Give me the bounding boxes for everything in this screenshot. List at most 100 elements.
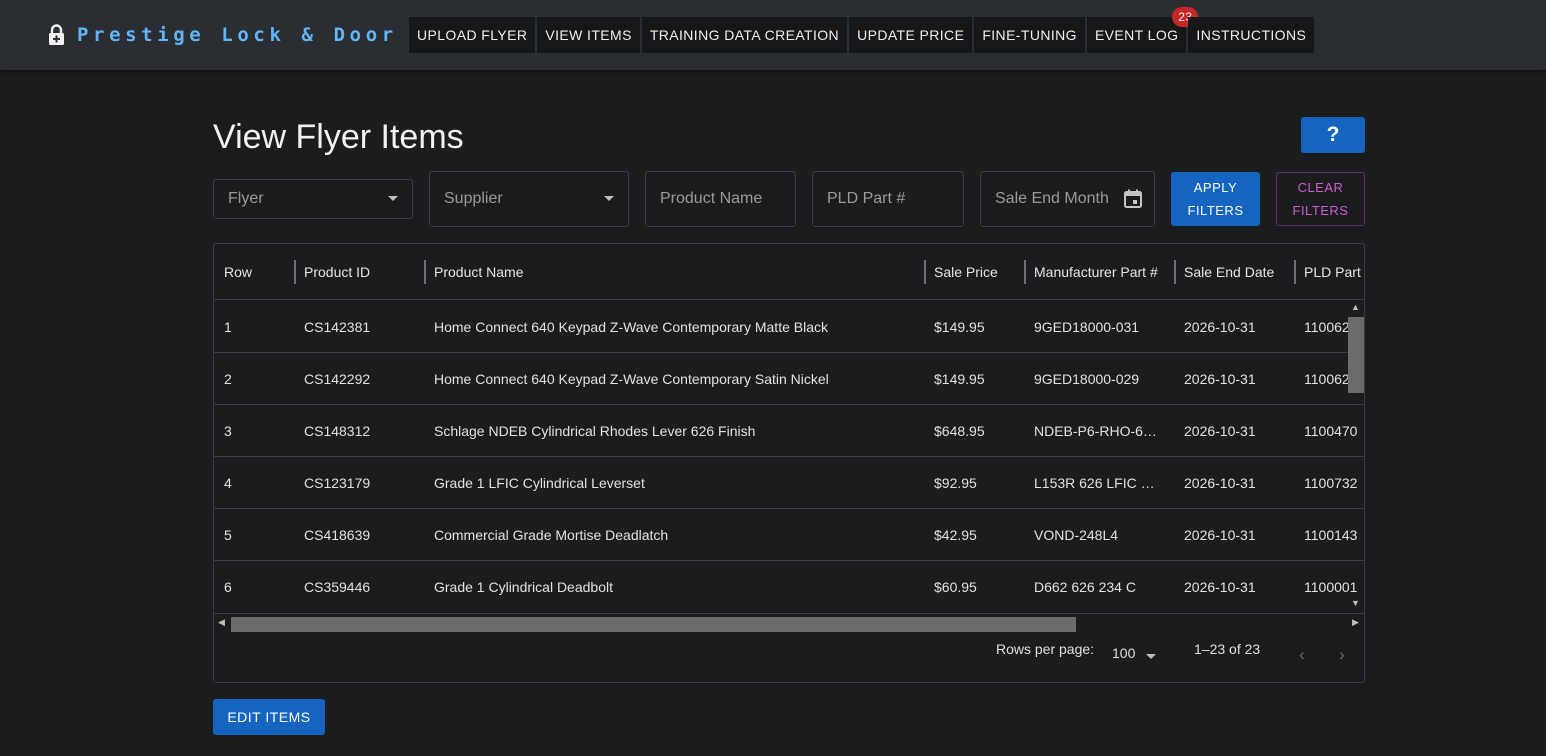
app-bar: Prestige Lock & Door UPLOAD FLYER VIEW I…	[0, 0, 1546, 70]
brand[interactable]: Prestige Lock & Door	[48, 22, 398, 48]
horizontal-scrollbar[interactable]: ◀ ▶	[214, 613, 1364, 632]
chevron-down-icon	[388, 196, 398, 201]
table-row[interactable]: 6 CS359446 Grade 1 Cylindrical Deadbolt …	[214, 561, 1364, 613]
cell-row: 4	[224, 475, 232, 491]
nav-training-data-creation[interactable]: TRAINING DATA CREATION	[641, 17, 848, 53]
nav-instructions[interactable]: INSTRUCTIONS	[1188, 17, 1315, 53]
items-data-grid: Row Product ID Product Name Sale Price M…	[213, 243, 1365, 683]
cell-product-name: Commercial Grade Mortise Deadlatch	[434, 527, 669, 543]
cell-product-id: CS359446	[304, 579, 371, 595]
cell-product-id: CS142292	[304, 371, 371, 387]
grid-pagination: Rows per page: 100 1–23 of 23 ‹ ›	[214, 631, 1364, 682]
nav-view-items[interactable]: VIEW ITEMS	[537, 17, 640, 53]
cell-sale-price: $92.95	[934, 475, 977, 491]
cell-manufacturer-part: NDEB-P6-RHO-6…	[1034, 423, 1157, 439]
cell-sale-price: $60.95	[934, 579, 977, 595]
cell-manufacturer-part: L153R 626 LFIC …	[1034, 475, 1155, 491]
scroll-right-icon[interactable]: ▶	[1352, 617, 1359, 628]
chevron-right-icon[interactable]: ›	[1328, 643, 1356, 667]
scroll-left-icon[interactable]: ◀	[218, 617, 225, 628]
nav-label: FINE-TUNING	[982, 27, 1077, 43]
cell-manufacturer-part: 9GED18000-031	[1034, 319, 1140, 335]
clear-filters-button[interactable]: CLEAR FILTERS	[1276, 172, 1365, 226]
column-header-row[interactable]: Row	[224, 244, 294, 300]
cell-product-name: Home Connect 640 Keypad Z-Wave Contempor…	[434, 371, 829, 387]
cell-product-id: CS418639	[304, 527, 371, 543]
cell-product-id: CS142381	[304, 319, 371, 335]
scroll-up-icon[interactable]: ▲	[1351, 302, 1360, 312]
table-row[interactable]: 2 CS142292 Home Connect 640 Keypad Z-Wav…	[214, 353, 1364, 405]
column-header-product-name[interactable]: Product Name	[434, 244, 914, 300]
sale-end-month-input[interactable]: Sale End Month	[980, 171, 1155, 227]
flyer-select[interactable]: Flyer	[213, 179, 413, 219]
column-header-pld-part[interactable]: PLD Part	[1304, 244, 1364, 300]
cell-row: 6	[224, 579, 232, 595]
cell-row: 5	[224, 527, 232, 543]
column-resize-handle[interactable]	[1174, 260, 1176, 284]
vertical-scrollbar[interactable]: ▲ ▼	[1346, 301, 1364, 613]
column-header-product-id[interactable]: Product ID	[304, 244, 414, 300]
scroll-down-icon[interactable]: ▼	[1351, 598, 1360, 608]
pagination-range: 1–23 of 23	[1194, 641, 1261, 657]
grid-header: Row Product ID Product Name Sale Price M…	[214, 244, 1364, 300]
column-header-sale-end-date[interactable]: Sale End Date	[1184, 244, 1294, 300]
horizontal-scroll-thumb[interactable]	[231, 617, 1076, 632]
column-resize-handle[interactable]	[294, 260, 296, 284]
brand-name: Prestige Lock & Door	[77, 24, 398, 46]
table-row[interactable]: 3 CS148312 Schlage NDEB Cylindrical Rhod…	[214, 405, 1364, 457]
column-header-manufacturer-part[interactable]: Manufacturer Part #	[1034, 244, 1169, 300]
apply-line-1: APPLY	[1193, 180, 1238, 195]
chevron-left-icon[interactable]: ‹	[1288, 643, 1316, 667]
pld-part-input[interactable]: PLD Part #	[812, 171, 964, 227]
cell-product-id: CS123179	[304, 475, 371, 491]
cell-sale-price: $149.95	[934, 371, 985, 387]
table-row[interactable]: 5 CS418639 Commercial Grade Mortise Dead…	[214, 509, 1364, 561]
supplier-select-label: Supplier	[444, 190, 503, 207]
column-resize-handle[interactable]	[924, 260, 926, 284]
chevron-down-icon	[604, 196, 614, 201]
lock-icon	[48, 24, 65, 46]
cell-sale-end-date: 2026-10-31	[1184, 371, 1256, 387]
product-name-placeholder: Product Name	[660, 190, 763, 207]
cell-sale-end-date: 2026-10-31	[1184, 319, 1256, 335]
table-row[interactable]: 1 CS142381 Home Connect 640 Keypad Z-Wav…	[214, 301, 1364, 353]
cell-sale-end-date: 2026-10-31	[1184, 423, 1256, 439]
nav-label: UPLOAD FLYER	[417, 27, 528, 43]
main-nav: UPLOAD FLYER VIEW ITEMS TRAINING DATA CR…	[409, 7, 1316, 53]
flyer-select-label: Flyer	[228, 190, 264, 207]
edit-items-button[interactable]: EDIT ITEMS	[213, 699, 325, 735]
nav-event-log[interactable]: EVENT LOG 23	[1086, 7, 1199, 53]
cell-row: 3	[224, 423, 232, 439]
nav-label: VIEW ITEMS	[545, 27, 632, 43]
apply-filters-button[interactable]: APPLY FILTERS	[1171, 172, 1260, 226]
cell-sale-price: $42.95	[934, 527, 977, 543]
column-resize-handle[interactable]	[424, 260, 426, 284]
pld-part-placeholder: PLD Part #	[827, 190, 906, 207]
supplier-select[interactable]: Supplier	[429, 171, 629, 227]
product-name-input[interactable]: Product Name	[645, 171, 796, 227]
chevron-down-icon	[1146, 654, 1156, 659]
nav-fine-tuning[interactable]: FINE-TUNING	[974, 17, 1085, 53]
column-resize-handle[interactable]	[1294, 260, 1296, 284]
column-resize-handle[interactable]	[1024, 260, 1026, 284]
cell-manufacturer-part: VOND-248L4	[1034, 527, 1119, 543]
cell-product-name: Grade 1 LFIC Cylindrical Leverset	[434, 475, 645, 491]
sale-end-month-placeholder: Sale End Month	[995, 190, 1109, 207]
cell-product-name: Grade 1 Cylindrical Deadbolt	[434, 579, 613, 595]
cell-manufacturer-part: D662 626 234 C	[1034, 579, 1136, 595]
cell-row: 1	[224, 319, 232, 335]
page-title: View Flyer Items	[213, 118, 464, 156]
calendar-icon[interactable]	[1122, 188, 1144, 210]
nav-label: INSTRUCTIONS	[1196, 27, 1307, 43]
cell-sale-end-date: 2026-10-31	[1184, 527, 1256, 543]
nav-label: UPDATE PRICE	[857, 27, 965, 43]
cell-sale-price: $648.95	[934, 423, 985, 439]
rows-per-page-label: Rows per page:	[996, 641, 1095, 657]
nav-upload-flyer[interactable]: UPLOAD FLYER	[409, 17, 536, 53]
nav-update-price[interactable]: UPDATE PRICE	[849, 17, 973, 53]
cell-product-name: Schlage NDEB Cylindrical Rhodes Lever 62…	[434, 423, 756, 439]
table-row[interactable]: 4 CS123179 Grade 1 LFIC Cylindrical Leve…	[214, 457, 1364, 509]
help-button[interactable]: ?	[1301, 117, 1365, 153]
vertical-scroll-thumb[interactable]	[1348, 317, 1364, 393]
column-header-sale-price[interactable]: Sale Price	[934, 244, 1024, 300]
